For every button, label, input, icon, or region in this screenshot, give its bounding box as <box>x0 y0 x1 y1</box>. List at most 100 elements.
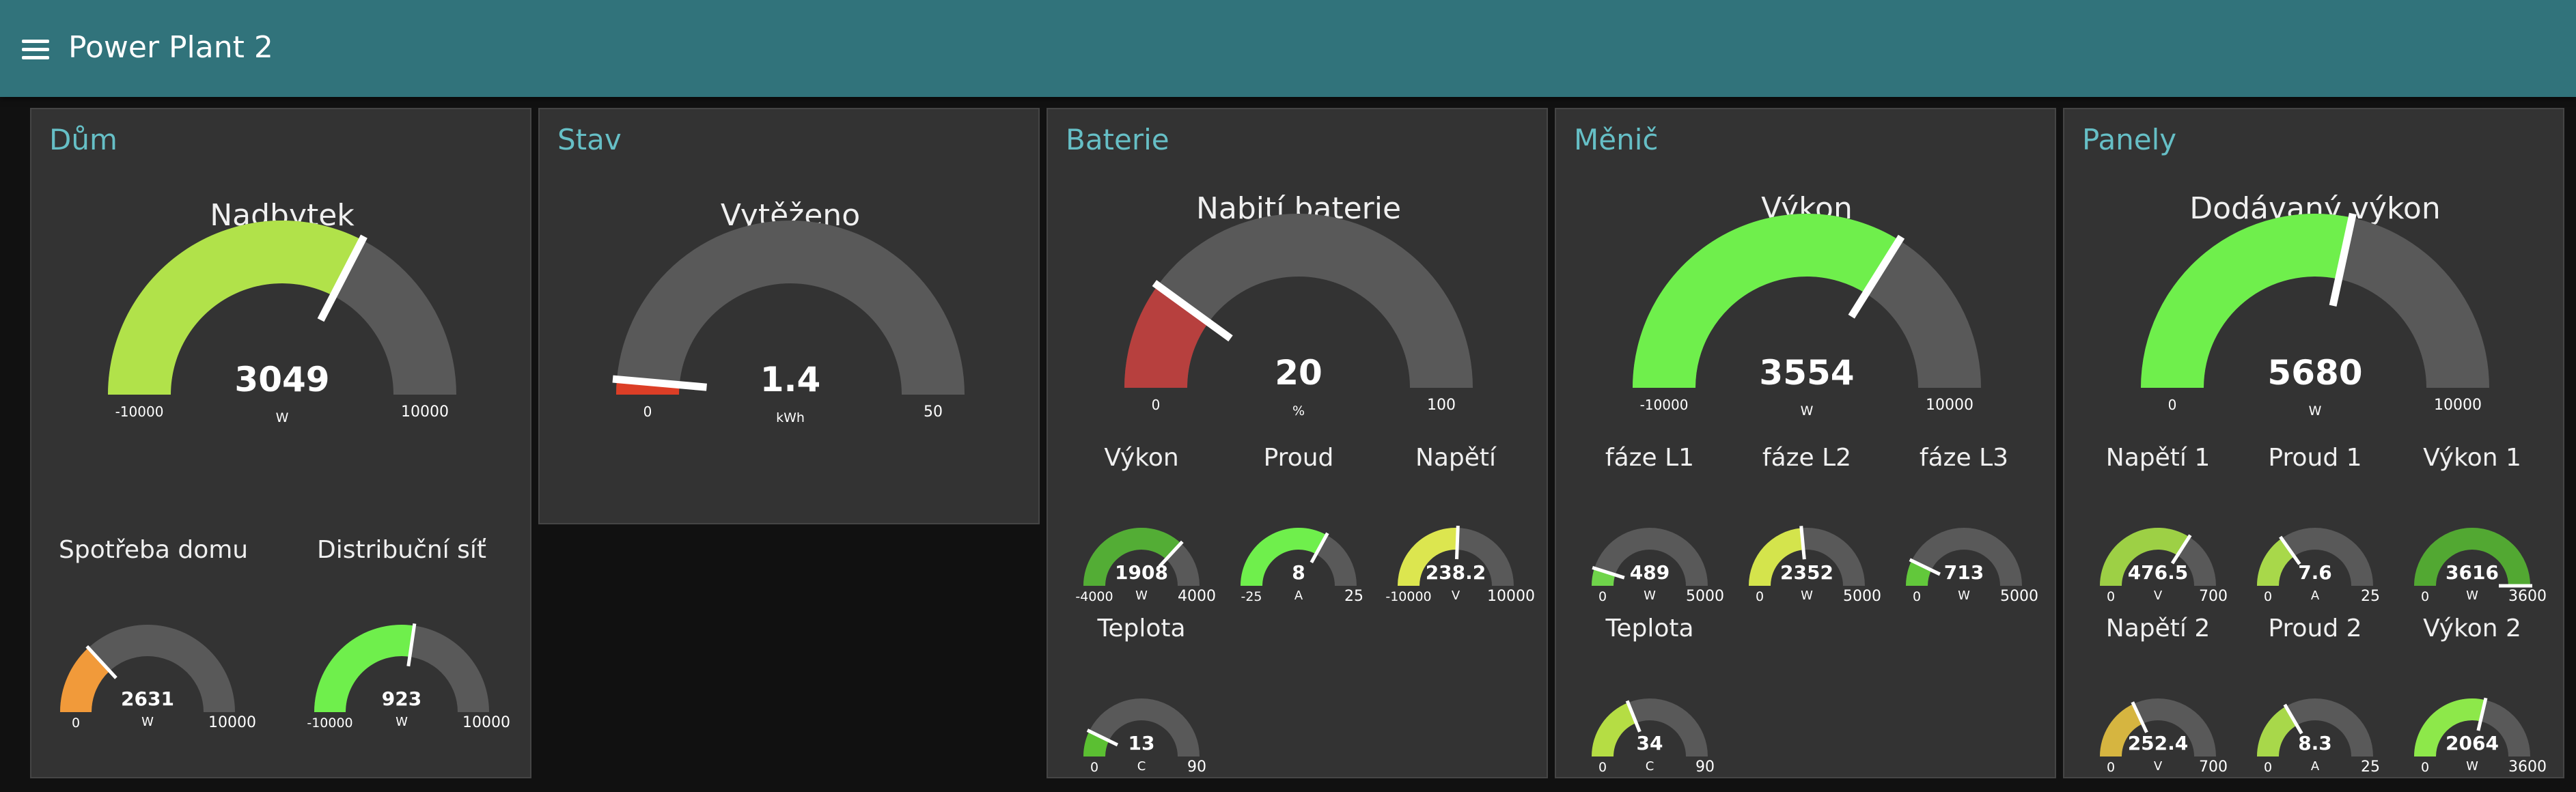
group-title: Panely <box>2082 123 2177 156</box>
gauge-value: 3554 <box>1759 353 1854 393</box>
gauge-value: 238.2 <box>1426 561 1486 584</box>
gauge-value: 5680 <box>2267 353 2362 393</box>
gauge-baterie-napeti: Napětí 238.2 V -10000 10000 <box>1381 444 1535 611</box>
gauge-min-label: -10000 <box>307 716 352 731</box>
gauge-unit: C <box>1646 759 1654 774</box>
gauge-dial: 5680 W 0 10000 <box>2141 212 2489 419</box>
gauge-value: 2631 <box>121 688 174 710</box>
gauge-min-label: 0 <box>72 716 80 731</box>
gauge-max-label: 4000 <box>1178 588 1216 605</box>
gauge-max-label: 25 <box>1344 588 1363 605</box>
gauge-min-label: -25 <box>1241 589 1262 604</box>
gauge-title: Výkon 1 <box>2423 444 2521 472</box>
gauge-unit: kWh <box>776 410 805 425</box>
gauge-max-label: 10000 <box>401 404 449 421</box>
gauge-value: 713 <box>1944 561 1984 584</box>
gauge-title: Distribuční síť <box>317 536 486 564</box>
gauge-min-label: 0 <box>1598 589 1607 604</box>
gauge-title: Napětí 1 <box>2105 444 2211 472</box>
menu-icon[interactable] <box>18 34 53 64</box>
group-baterie: Baterie Nabití baterie 20% 0 100 Výkon 1908 W… <box>1047 108 1548 778</box>
gauge-dial: 2352 W 0 5000 <box>1749 526 1881 605</box>
gauge-dial: 8 A -25 25 <box>1241 528 1363 605</box>
gauge-min-label: 0 <box>2264 760 2272 775</box>
gauge-value: 1908 <box>1115 561 1168 584</box>
gauge-value: 2352 <box>1780 561 1833 584</box>
group-title: Měnič <box>1574 123 1659 156</box>
gauge-nadbytek: Nadbytek 3049 W -10000 10000 <box>91 198 473 425</box>
gauge-max-label: 25 <box>2361 588 2380 605</box>
group-menic: Měnič Výkon 3554 W -10000 10000 fáze L1 489 W 0… <box>1555 108 2056 778</box>
gauge-distribucni-sit: Distribuční síť 923 W -10000 10000 <box>307 536 510 741</box>
gauge-unit: W <box>1801 404 1814 419</box>
gauge-baterie-vykon: Výkon 1908 W -4000 4000 <box>1066 444 1217 611</box>
gauge-needle <box>1454 525 1460 560</box>
gauge-menic-teplota: Teplota 34 C 0 90 <box>1575 614 1725 782</box>
gauge-max-label: 5000 <box>1686 588 1724 605</box>
gauge-min-label: 0 <box>1090 760 1098 775</box>
gauge-max-label: 100 <box>1427 397 1456 414</box>
gauge-value: 252.4 <box>2128 732 2189 754</box>
gauge-min-label: 0 <box>2168 397 2177 413</box>
gauge-unit: W <box>1958 589 1970 603</box>
gauge-value: 476.5 <box>2128 561 2189 584</box>
gauge-dodavany-vykon: Dodávaný výkon 5680 W 0 10000 <box>2124 191 2506 419</box>
gauge-proud-2: Proud 2 8.3 A 0 25 <box>2240 614 2390 782</box>
gauge-unit: W <box>2466 589 2478 603</box>
gauge-dial: 923 W -10000 10000 <box>307 623 510 731</box>
gauge-unit: A <box>2311 759 2320 774</box>
gauge-title: Proud 1 <box>2268 444 2362 472</box>
gauge-dial: 7.6 A 0 25 <box>2257 528 2380 605</box>
gauge-value: 8.3 <box>2298 732 2332 754</box>
gauge-unit: C <box>1137 759 1146 774</box>
gauge-dial: 1.4 kWh 0 50 <box>612 221 965 425</box>
gauge-max-label: 10000 <box>1926 397 1973 414</box>
gauge-vykon-2: Výkon 2 2064 W 0 3600 <box>2397 614 2547 782</box>
gauge-max-label: 10000 <box>2434 397 2482 414</box>
gauge-title: Výkon <box>1104 444 1179 472</box>
gauge-unit: W <box>1644 589 1656 603</box>
gauge-dial: 713 W 0 5000 <box>1906 528 2038 605</box>
gauge-value: 3616 <box>2446 561 2499 584</box>
gauge-max-label: 10000 <box>462 714 510 731</box>
gauge-value: 34 <box>1637 732 1663 754</box>
gauge-value: 923 <box>382 688 421 710</box>
gauge-value: 13 <box>1128 732 1155 754</box>
gauge-min-label: 0 <box>2107 589 2115 604</box>
gauge-value: 2064 <box>2446 732 2499 754</box>
gauge-nabiti-baterie: Nabití baterie 20% 0 100 <box>1107 191 1490 419</box>
gauge-spotreba-domu: Spotřeba domu 2631 W 0 10000 <box>59 536 256 741</box>
gauge-dial: 3554 W -10000 10000 <box>1633 213 1981 419</box>
gauge-title: fáze L3 <box>1919 444 2009 472</box>
gauge-min-label: 0 <box>1913 589 1921 604</box>
gauge-dial: 252.4 V 0 700 <box>2100 698 2228 776</box>
gauge-value: 20 <box>1275 353 1322 393</box>
gauge-min-label: 0 <box>2107 760 2115 775</box>
gauge-unit: W <box>276 410 289 425</box>
gauge-title: Napětí <box>1415 444 1497 472</box>
gauge-unit: A <box>2311 589 2320 603</box>
gauge-unit: % <box>1292 404 1305 419</box>
gauge-title: fáze L1 <box>1605 444 1695 472</box>
gauge-max-label: 90 <box>1187 759 1206 776</box>
gauge-title: Napětí 2 <box>2105 614 2211 642</box>
gauge-faze-l1: fáze L1 489 W 0 5000 <box>1575 444 1725 611</box>
gauge-dial: 2631 W 0 10000 <box>60 625 256 731</box>
gauge-baterie-teplota: Teplota 13 C 0 90 <box>1066 614 1217 782</box>
gauge-min-label: 0 <box>2264 589 2272 604</box>
gauge-value: 7.6 <box>2298 561 2332 584</box>
gauge-max-label: 10000 <box>1487 588 1535 605</box>
gauge-unit: W <box>2466 759 2478 774</box>
gauge-min-label: -10000 <box>1385 589 1431 604</box>
gauge-vykon-1: Výkon 1 3616 W 0 3600 <box>2397 444 2547 611</box>
gauge-value: 489 <box>1630 561 1670 584</box>
gauge-unit: W <box>141 715 154 729</box>
gauge-dial: 8.3 A 0 25 <box>2257 698 2380 776</box>
gauge-vytezeno: Vytěženo 1.4 kWh 0 50 <box>599 198 982 425</box>
gauge-max-label: 25 <box>2361 759 2380 776</box>
gauge-min-label: -10000 <box>115 404 164 420</box>
gauge-dial: 1908 W -4000 4000 <box>1075 528 1216 605</box>
gauge-unit: W <box>1801 589 1813 603</box>
gauge-min-label: 0 <box>643 404 652 420</box>
gauge-max-label: 5000 <box>1843 588 1881 605</box>
